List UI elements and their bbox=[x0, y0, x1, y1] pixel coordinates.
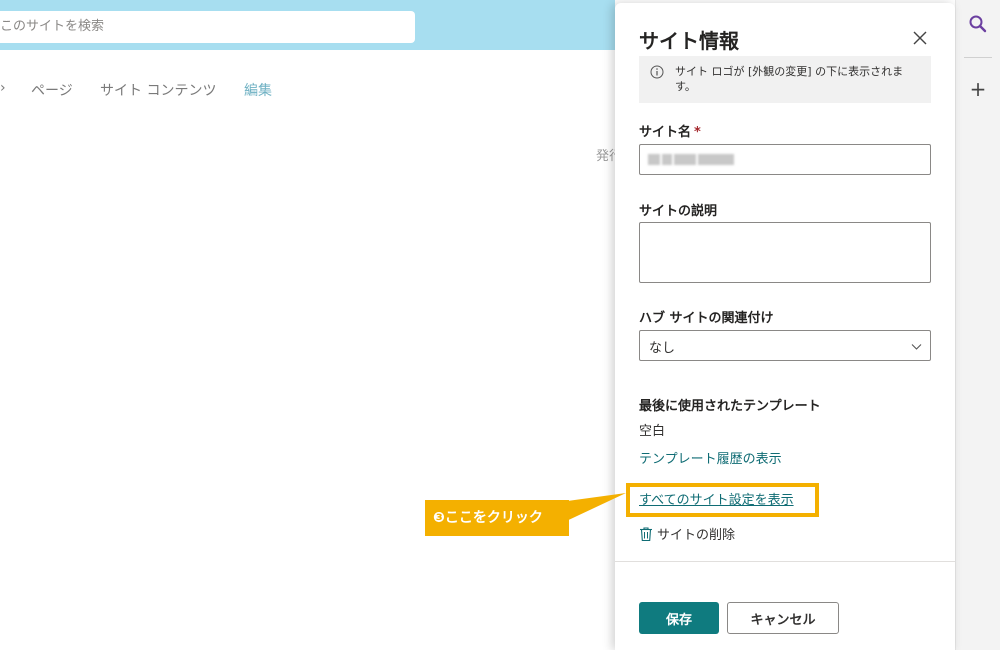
cancel-button[interactable]: キャンセル bbox=[727, 602, 839, 634]
all-site-settings-link[interactable]: すべてのサイト設定を表示 bbox=[639, 489, 794, 508]
template-history-link[interactable]: テンプレート履歴の表示 bbox=[639, 448, 782, 467]
publish-text-partial: 発行 bbox=[596, 149, 615, 164]
plus-icon[interactable]: + bbox=[968, 79, 988, 99]
last-template-value: 空白 bbox=[639, 424, 666, 439]
redacted-site-name bbox=[648, 154, 734, 165]
site-description-label: サイトの説明 bbox=[639, 204, 718, 219]
last-template-label: 最後に使用されたテンプレート bbox=[639, 399, 821, 414]
site-name-label-text: サイト名 bbox=[639, 125, 692, 140]
hub-association-select[interactable]: なし bbox=[639, 330, 931, 361]
site-name-input[interactable] bbox=[639, 144, 931, 175]
delete-site-button[interactable]: サイトの削除 bbox=[639, 524, 735, 543]
hub-association-value: なし bbox=[649, 341, 676, 356]
nav-edit-link[interactable]: 編集 bbox=[244, 80, 272, 100]
site-search-input[interactable]: このサイトを検索 bbox=[0, 11, 415, 43]
right-app-rail: + bbox=[955, 0, 1000, 650]
info-icon bbox=[650, 65, 664, 79]
save-button[interactable]: 保存 bbox=[639, 602, 719, 634]
rail-divider bbox=[964, 57, 992, 58]
hub-association-label: ハブ サイトの関連付け bbox=[639, 311, 774, 326]
info-text: サイト ロゴが [外観の変更] の下に表示されます。 bbox=[675, 65, 904, 93]
annotation-callout: ❸ここをクリック bbox=[425, 500, 569, 536]
site-info-panel: サイト情報 サイト ロゴが [外観の変更] の下に表示されます。 サイト名 * サ… bbox=[615, 3, 955, 650]
nav-item-pages[interactable]: ページ bbox=[31, 80, 73, 100]
chevron-down-icon bbox=[911, 344, 922, 350]
search-icon[interactable] bbox=[968, 14, 988, 34]
nav-item-site-contents[interactable]: サイト コンテンツ bbox=[100, 80, 216, 100]
site-description-textarea[interactable] bbox=[639, 222, 931, 283]
panel-divider bbox=[615, 561, 955, 562]
nav-separator: › bbox=[0, 80, 6, 96]
trash-icon bbox=[640, 526, 652, 541]
site-name-label: サイト名 * bbox=[639, 121, 701, 140]
required-marker: * bbox=[694, 125, 701, 140]
delete-site-label: サイトの削除 bbox=[657, 528, 736, 543]
close-icon[interactable] bbox=[911, 29, 929, 47]
site-header-banner: このサイトを検索 bbox=[0, 0, 615, 50]
info-message: サイト ロゴが [外観の変更] の下に表示されます。 bbox=[639, 56, 931, 103]
callout-arrow bbox=[560, 493, 626, 524]
panel-title: サイト情報 bbox=[639, 29, 739, 53]
